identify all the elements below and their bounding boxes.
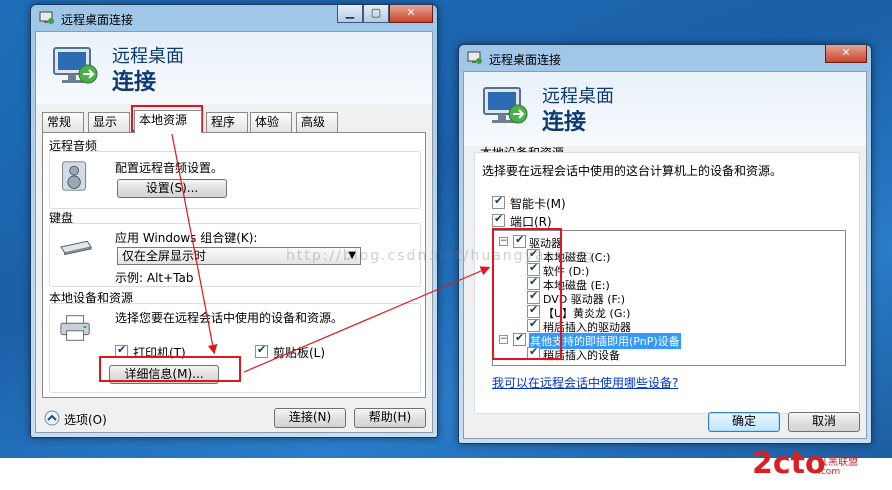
ok-button[interactable]: 确定	[708, 412, 780, 432]
speaker-icon	[62, 161, 87, 191]
left-header-line2: 连接	[112, 70, 157, 95]
left-header-banner: 远程桌面 连接	[36, 32, 432, 104]
maximize-button[interactable]: ▢	[363, 5, 389, 23]
left-window-title: 远程桌面连接	[61, 13, 134, 27]
tab-display[interactable]: 显示	[88, 112, 130, 132]
tab-experience[interactable]: 体验	[250, 112, 292, 132]
annotation-box-details-button	[99, 356, 241, 382]
keyboard-example: 示例: Alt+Tab	[115, 271, 194, 285]
right-titlebar[interactable]: 远程桌面连接 ✕	[459, 45, 871, 71]
left-titlebar[interactable]: 远程桌面连接 ▁ ▢ ✕	[31, 5, 437, 31]
options-label[interactable]: 选项(O)	[64, 411, 107, 428]
rdp-app-icon	[39, 11, 54, 24]
keyboard-description: 应用 Windows 组合键(K):	[115, 231, 258, 245]
remote-audio-group: 远程音频 配置远程音频设置。 设置(S)...	[49, 137, 421, 209]
right-header-banner: 远程桌面 连接	[464, 72, 866, 146]
devices-help-link[interactable]: 我可以在远程会话中使用哪些设备?	[492, 374, 678, 391]
connect-button[interactable]: 连接(N)	[274, 408, 346, 428]
minimize-button[interactable]: ▁	[337, 5, 363, 23]
close-button[interactable]: ✕	[825, 45, 867, 63]
local-devices-description: 选择您要在远程会话中使用的设备和资源。	[115, 311, 344, 325]
site-url: .com	[818, 467, 841, 477]
clipboard-checkbox[interactable]	[255, 343, 268, 358]
right-description: 选择要在远程会话中使用的这台计算机上的设备和资源。	[482, 164, 783, 178]
smart-card-label: 智能卡(M)	[510, 197, 566, 211]
tab-local-resources[interactable]: 本地资源	[134, 110, 202, 133]
tab-advanced[interactable]: 高级	[296, 112, 338, 132]
rdp-app-icon	[467, 51, 482, 64]
remote-audio-description: 配置远程音频设置。	[115, 161, 224, 175]
close-button[interactable]: ✕	[389, 5, 433, 23]
smart-card-checkbox[interactable]	[492, 194, 505, 209]
remote-desktop-monitor-icon	[53, 47, 98, 84]
ports-checkbox[interactable]	[492, 212, 505, 227]
cancel-button[interactable]: 取消	[788, 412, 860, 432]
left-tab-strip: 常规 显示 本地资源 程序 体验 高级	[42, 110, 422, 133]
right-window-title: 远程桌面连接	[489, 53, 562, 67]
printer-icon	[60, 315, 90, 341]
options-expand-icon[interactable]	[44, 410, 60, 426]
site-logo: 2cto	[752, 446, 826, 481]
windows-keys-selected-value: 仅在全屏显示时	[122, 249, 207, 263]
clipboard-label: 剪贴板(L)	[273, 346, 326, 360]
keyboard-icon	[60, 240, 92, 256]
annotation-box-device-tree	[492, 228, 562, 360]
tab-general[interactable]: 常规	[42, 112, 84, 132]
right-header-line2: 连接	[542, 110, 587, 135]
tab-programs[interactable]: 程序	[206, 112, 248, 132]
audio-settings-button[interactable]: 设置(S)...	[117, 179, 227, 198]
remote-desktop-monitor-icon	[483, 87, 528, 124]
site-tagline: 红黑联盟	[818, 457, 858, 468]
help-button[interactable]: 帮助(H)	[354, 408, 426, 428]
